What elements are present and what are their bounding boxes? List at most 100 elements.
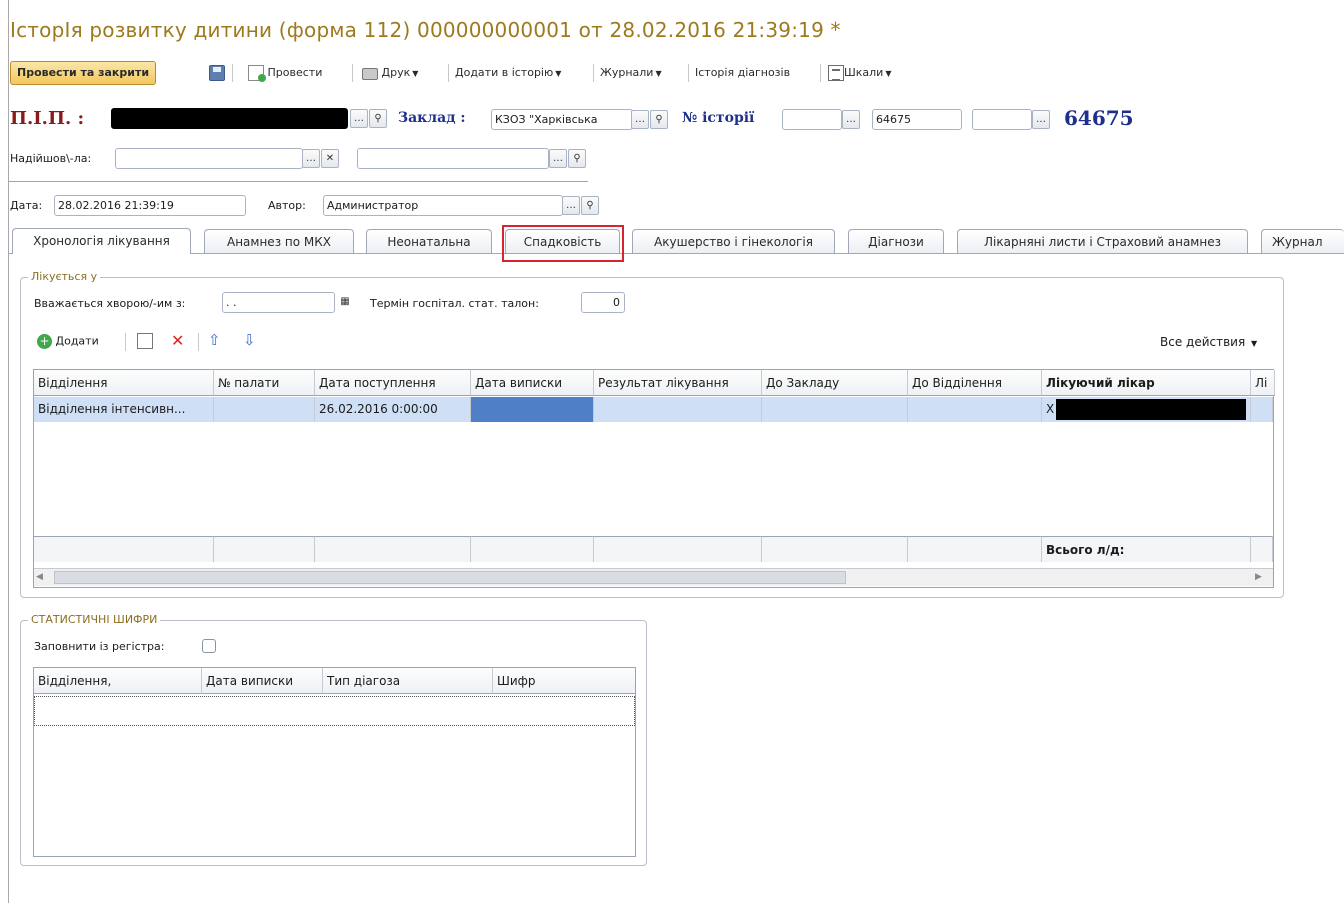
add-to-history-menu[interactable]: Додати в історію ▼ bbox=[455, 64, 561, 82]
floppy-disk-icon bbox=[209, 65, 225, 81]
toolbar-separator bbox=[448, 64, 449, 82]
column-header[interactable]: До Відділення bbox=[908, 370, 1042, 396]
horizontal-scrollbar[interactable]: ◀ ▶ bbox=[34, 568, 1273, 586]
pib-field[interactable] bbox=[111, 108, 348, 129]
save-button[interactable] bbox=[209, 64, 225, 82]
column-header[interactable]: Тип діагоза bbox=[323, 668, 493, 694]
toolbar-separator bbox=[198, 333, 199, 351]
add-icon: + bbox=[37, 334, 52, 349]
history-field-3[interactable] bbox=[972, 109, 1032, 130]
scales-label: Шкали bbox=[844, 66, 884, 79]
dropdown-arrow-icon: ▼ bbox=[885, 69, 892, 78]
author-select-button[interactable]: … bbox=[562, 196, 580, 215]
move-down-icon[interactable]: ⇩ bbox=[243, 331, 256, 349]
zaklad-field[interactable]: КЗОЗ "Харківська bbox=[491, 109, 633, 130]
clear-icon[interactable]: ✕ bbox=[321, 149, 339, 168]
history-select-button-1[interactable]: … bbox=[842, 110, 860, 129]
journals-menu[interactable]: Журнали ▼ bbox=[600, 64, 662, 82]
cell-department[interactable]: Відділення інтенсивн... bbox=[34, 397, 214, 422]
column-header[interactable]: Дата виписки bbox=[471, 370, 594, 396]
tab-neonatal[interactable]: Неонатальна bbox=[366, 229, 492, 253]
author-search-icon[interactable]: ⚲ bbox=[581, 196, 599, 215]
date-field[interactable]: 28.02.2016 21:39:19 bbox=[54, 195, 246, 216]
delete-icon[interactable]: ✕ bbox=[171, 331, 184, 350]
tab-obstetrics-gynecology[interactable]: Акушерство і гінекологія bbox=[632, 229, 835, 253]
cell-to-department[interactable] bbox=[908, 397, 1042, 422]
history-label: № історії bbox=[682, 110, 755, 126]
post-and-close-button[interactable]: Провести та закрити bbox=[10, 61, 157, 85]
pib-select-button[interactable]: … bbox=[350, 109, 368, 128]
column-header[interactable]: Лі bbox=[1251, 370, 1275, 396]
tab-treatment-chronology[interactable]: Хронологія лікування bbox=[12, 228, 191, 254]
author-field[interactable]: Администратор bbox=[323, 195, 563, 216]
add-button[interactable]: + Додати bbox=[37, 334, 99, 349]
toolbar-separator bbox=[232, 64, 233, 82]
tab-anamnesis-mkh[interactable]: Анамнез по МКХ bbox=[204, 229, 354, 253]
arrived-label: Надійшов\-ла: bbox=[10, 152, 92, 165]
scales-menu[interactable]: Шкали ▼ bbox=[828, 64, 891, 82]
column-header[interactable]: Відділення, bbox=[34, 668, 202, 694]
footer-total: Всього л/д: bbox=[1042, 536, 1251, 562]
add-history-label: Додати в історію bbox=[455, 66, 554, 79]
table-row[interactable]: Відділення інтенсивн... 26.02.2016 0:00:… bbox=[34, 397, 1273, 422]
history-field-2[interactable]: 64675 bbox=[872, 109, 962, 130]
scroll-left-icon[interactable]: ◀ bbox=[36, 570, 50, 585]
sick-since-field[interactable]: . . bbox=[222, 292, 335, 313]
journals-label: Журнали bbox=[600, 66, 654, 79]
author-label: Автор: bbox=[268, 199, 306, 212]
cell-discharge-date[interactable] bbox=[471, 397, 594, 422]
zaklad-search-icon[interactable]: ⚲ bbox=[650, 110, 668, 129]
footer-cell bbox=[594, 536, 762, 562]
footer-cell bbox=[762, 536, 908, 562]
pib-search-icon[interactable]: ⚲ bbox=[369, 109, 387, 128]
zaklad-select-button[interactable]: … bbox=[631, 110, 649, 129]
column-header[interactable]: № палати bbox=[214, 370, 315, 396]
cell-ward[interactable] bbox=[214, 397, 315, 422]
arrived-field-2[interactable] bbox=[357, 148, 549, 169]
arrived-field[interactable] bbox=[115, 148, 303, 169]
column-header[interactable]: До Закладу bbox=[762, 370, 908, 396]
footer-cell bbox=[214, 536, 315, 562]
history-number: 64675 bbox=[1064, 106, 1134, 130]
left-border bbox=[8, 0, 9, 903]
add-label: Додати bbox=[55, 334, 99, 348]
column-header[interactable]: Лікуючий лікар bbox=[1042, 370, 1251, 396]
column-header[interactable]: Шифр bbox=[493, 668, 635, 694]
calendar-icon[interactable]: ▦ bbox=[336, 293, 354, 312]
arrived2-search-icon[interactable]: ⚲ bbox=[568, 149, 586, 168]
table-row-empty[interactable] bbox=[34, 696, 635, 726]
column-header[interactable]: Відділення bbox=[34, 370, 214, 396]
scales-icon bbox=[828, 65, 844, 81]
footer-cell bbox=[34, 536, 214, 562]
column-header[interactable]: Результат лікування bbox=[594, 370, 762, 396]
post-button[interactable]: Провести bbox=[248, 64, 322, 82]
divider bbox=[8, 181, 588, 182]
tab-sick-leave[interactable]: Лікарняні листи і Страховий анамнез bbox=[957, 229, 1248, 253]
cell-extra[interactable] bbox=[1251, 397, 1273, 422]
scroll-right-icon[interactable]: ▶ bbox=[1255, 570, 1269, 585]
cell-admission-date[interactable]: 26.02.2016 0:00:00 bbox=[315, 397, 471, 422]
term-field[interactable]: 0 bbox=[581, 292, 625, 313]
copy-icon[interactable] bbox=[137, 333, 153, 349]
tab-diagnoses[interactable]: Діагнози bbox=[848, 229, 944, 253]
column-header[interactable]: Дата виписки bbox=[202, 668, 323, 694]
all-actions-menu[interactable]: Все действия ▼ bbox=[1160, 335, 1257, 349]
column-header[interactable]: Дата поступлення bbox=[315, 370, 471, 396]
scroll-thumb[interactable] bbox=[54, 571, 846, 584]
arrived2-select-button[interactable]: … bbox=[549, 149, 567, 168]
post-document-icon bbox=[248, 65, 266, 82]
diagnosis-history-button[interactable]: Історія діагнозів bbox=[695, 64, 790, 82]
print-menu-button[interactable]: Друк ▼ bbox=[362, 64, 418, 82]
fill-from-register-checkbox[interactable] bbox=[202, 639, 216, 653]
tab-journal[interactable]: Журнал bbox=[1261, 229, 1344, 253]
arrived-select-button[interactable]: … bbox=[302, 149, 320, 168]
history-field-1[interactable] bbox=[782, 109, 842, 130]
move-up-icon[interactable]: ⇧ bbox=[208, 331, 221, 349]
cell-doctor[interactable]: Х bbox=[1042, 397, 1251, 422]
pib-label: П.І.П. : bbox=[10, 108, 85, 129]
footer-cell bbox=[908, 536, 1042, 562]
history-select-button-3[interactable]: … bbox=[1032, 110, 1050, 129]
cell-to-facility[interactable] bbox=[762, 397, 908, 422]
cell-result[interactable] bbox=[594, 397, 762, 422]
zaklad-label: Заклад : bbox=[398, 110, 466, 126]
